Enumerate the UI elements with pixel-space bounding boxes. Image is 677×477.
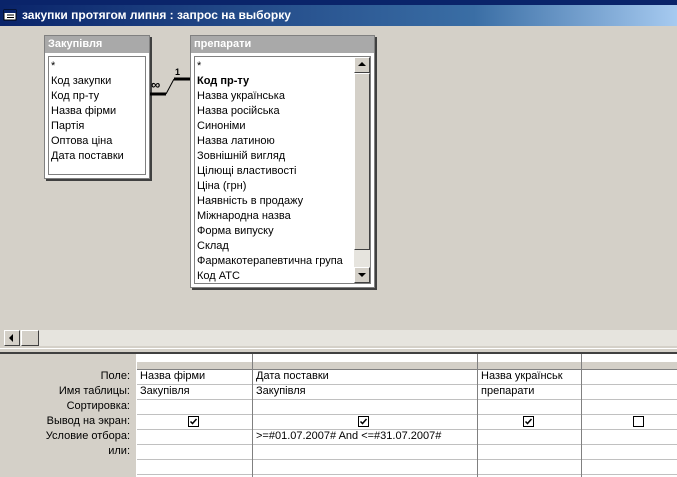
window-title: закупки протягом липня : запрос на выбор… <box>22 8 291 22</box>
scroll-up-button[interactable] <box>354 57 370 73</box>
show-checkbox[interactable] <box>358 416 369 427</box>
table-box-preparaty[interactable]: препарати * Код пр-ту Назва українська Н… <box>190 35 375 288</box>
field-item[interactable]: Наявність в продажу <box>197 194 303 209</box>
table-box-zakupivlia[interactable]: Закупівля * Код закупки Код пр-ту Назва … <box>44 35 150 179</box>
show-cell[interactable] <box>253 414 477 430</box>
field-list[interactable]: * Код пр-ту Назва українська Назва росій… <box>194 56 371 284</box>
row-label-show: Вывод на экран: <box>46 415 130 427</box>
grid-column[interactable]: Назва українськ препарати <box>478 354 582 477</box>
row-label-field: Поле: <box>100 370 130 382</box>
field-cell[interactable]: Назва українськ <box>478 369 581 385</box>
checkmark-icon <box>189 418 198 425</box>
field-item[interactable]: Назва російська <box>197 104 280 119</box>
extra-cell[interactable] <box>137 459 252 475</box>
row-label-criteria: Условие отбора: <box>45 430 130 442</box>
show-cell[interactable] <box>137 414 252 430</box>
sort-cell[interactable] <box>253 399 477 415</box>
extra-cell[interactable] <box>478 459 581 475</box>
title-bar[interactable]: закупки протягом липня : запрос на выбор… <box>0 5 677 26</box>
arrow-left-icon <box>9 334 13 342</box>
sort-cell[interactable] <box>137 399 252 415</box>
field-item[interactable]: Склад <box>197 239 229 254</box>
grid-column[interactable]: Дата поставки Закупівля >=#01.07.2007# A… <box>253 354 478 477</box>
or-cell[interactable] <box>253 444 477 460</box>
query-design-grid[interactable]: Поле: Имя таблицы: Сортировка: Вывод на … <box>0 354 677 477</box>
table-cell[interactable]: Закупівля <box>253 384 477 400</box>
criteria-cell[interactable] <box>137 429 252 445</box>
field-item-primary-key[interactable]: Код пр-ту <box>197 74 249 89</box>
show-checkbox[interactable] <box>633 416 644 427</box>
field-item[interactable]: Назва латиною <box>197 134 275 149</box>
field-item[interactable]: Форма випуску <box>197 224 274 239</box>
field-item[interactable]: Код АТС <box>197 269 240 283</box>
or-cell[interactable] <box>582 444 677 460</box>
field-cell[interactable]: Назва фірми <box>137 369 252 385</box>
criteria-cell[interactable] <box>478 429 581 445</box>
field-item[interactable]: Міжнародна назва <box>197 209 291 224</box>
table-diagram-pane[interactable]: Закупівля * Код закупки Код пр-ту Назва … <box>0 26 677 348</box>
show-checkbox[interactable] <box>523 416 534 427</box>
field-item[interactable]: Код пр-ту <box>51 89 99 104</box>
or-cell[interactable] <box>137 444 252 460</box>
scroll-left-button[interactable] <box>4 330 20 346</box>
grid-column-empty[interactable] <box>582 354 677 477</box>
join-many-symbol: ∞ <box>151 77 161 92</box>
field-item[interactable]: Фармакотерапевтична група <box>197 254 343 269</box>
query-window-icon <box>3 8 17 22</box>
field-item[interactable]: Код закупки <box>51 74 111 89</box>
field-item[interactable]: Назва фірми <box>51 104 116 119</box>
grid-column[interactable]: Назва фірми Закупівля <box>137 354 253 477</box>
field-cell[interactable]: Дата поставки <box>253 369 477 385</box>
field-list[interactable]: * Код закупки Код пр-ту Назва фірми Парт… <box>48 56 146 175</box>
field-item[interactable]: Синоніми <box>197 119 246 134</box>
row-label-or: или: <box>108 445 130 457</box>
checkmark-icon <box>524 418 533 425</box>
show-cell[interactable] <box>478 414 581 430</box>
row-label-table: Имя таблицы: <box>58 385 130 397</box>
field-item[interactable]: * <box>197 59 201 74</box>
table-cell[interactable]: Закупівля <box>137 384 252 400</box>
checkmark-icon <box>359 418 368 425</box>
join-one-symbol: 1 <box>175 67 181 77</box>
extra-cell[interactable] <box>253 459 477 475</box>
table-cell[interactable]: препарати <box>478 384 581 400</box>
field-item[interactable]: Назва українська <box>197 89 285 104</box>
field-item[interactable]: Ціна (грн) <box>197 179 246 194</box>
field-item[interactable]: Цілющі властивості <box>197 164 296 179</box>
arrow-up-icon <box>358 62 366 66</box>
field-list-scrollbar[interactable] <box>354 57 370 283</box>
table-title[interactable]: препарати <box>191 36 374 53</box>
sort-cell[interactable] <box>582 399 677 415</box>
or-cell[interactable] <box>478 444 581 460</box>
extra-cell[interactable] <box>582 459 677 475</box>
scroll-thumb[interactable] <box>354 73 370 250</box>
criteria-cell[interactable]: >=#01.07.2007# And <=#31.07.2007# <box>253 429 477 445</box>
field-item[interactable]: Дата поставки <box>51 149 124 164</box>
show-cell[interactable] <box>582 414 677 430</box>
scroll-down-button[interactable] <box>354 267 370 283</box>
field-cell[interactable] <box>582 369 677 385</box>
row-label-sort: Сортировка: <box>66 400 130 412</box>
show-checkbox[interactable] <box>188 416 199 427</box>
criteria-cell[interactable] <box>582 429 677 445</box>
arrow-down-icon <box>358 273 366 277</box>
table-cell[interactable] <box>582 384 677 400</box>
table-title[interactable]: Закупівля <box>45 36 149 53</box>
field-item[interactable]: Зовнішній вигляд <box>197 149 285 164</box>
field-item[interactable]: * <box>51 59 55 74</box>
sort-cell[interactable] <box>478 399 581 415</box>
diagram-horizontal-scrollbar[interactable] <box>4 330 677 346</box>
scroll-thumb[interactable] <box>21 330 39 346</box>
grid-row-headers: Поле: Имя таблицы: Сортировка: Вывод на … <box>0 354 136 477</box>
field-item[interactable]: Оптова ціна <box>51 134 112 149</box>
field-item[interactable]: Партія <box>51 119 84 134</box>
